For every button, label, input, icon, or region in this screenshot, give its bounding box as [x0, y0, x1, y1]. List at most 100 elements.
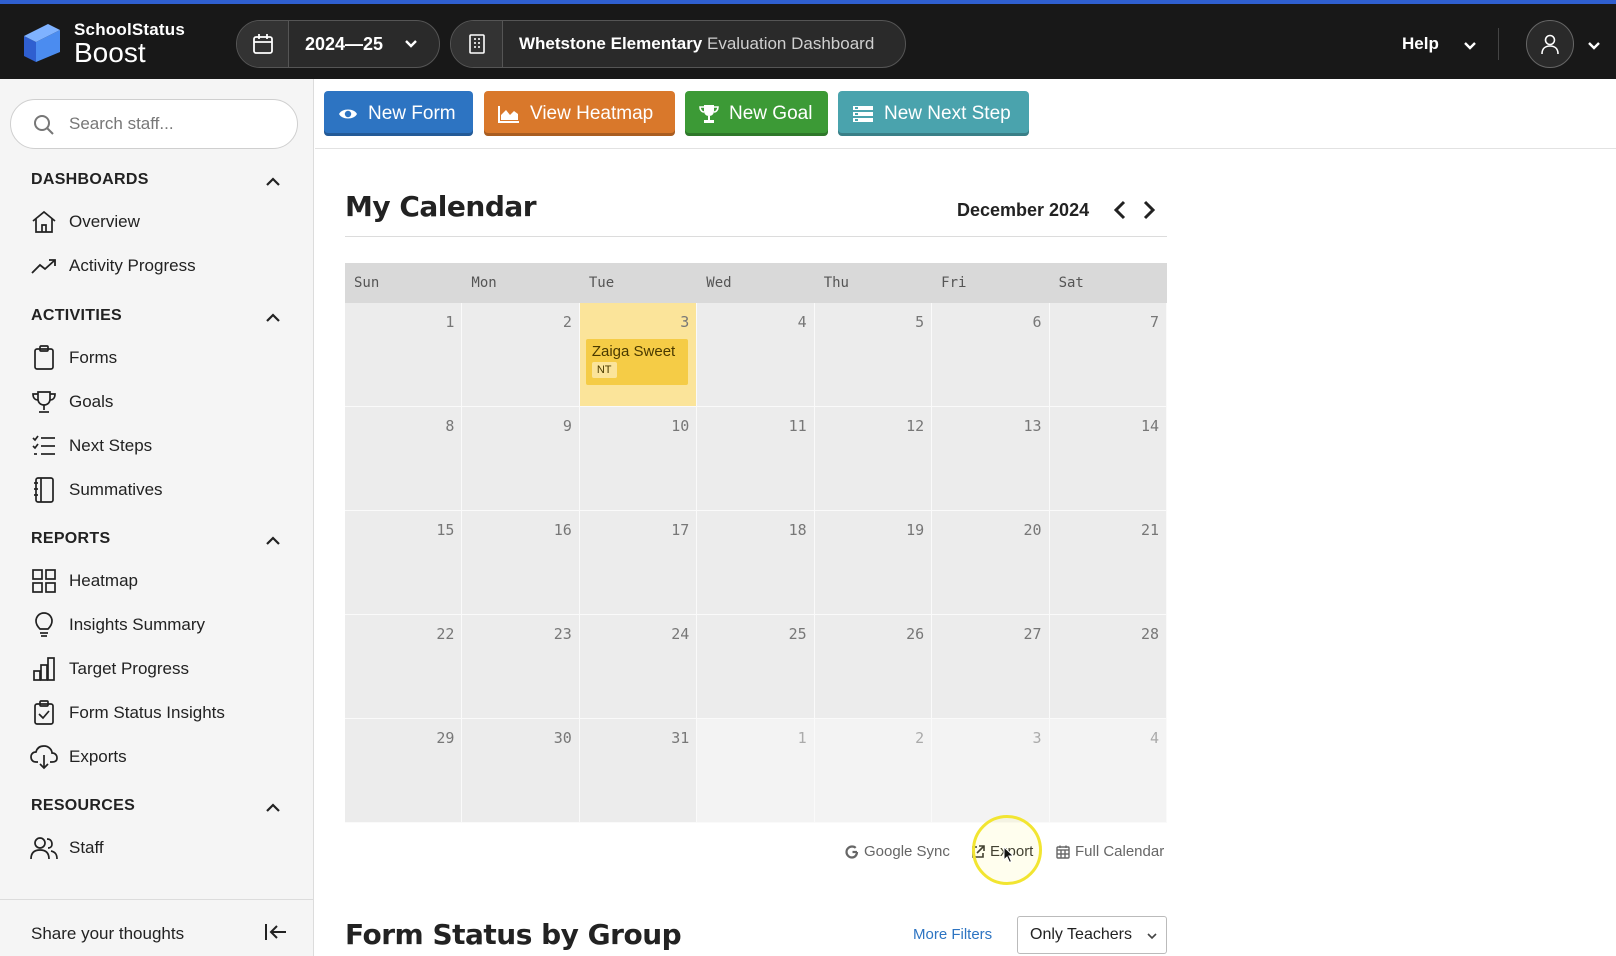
calendar-day-cell[interactable]: 3 Zaiga Sweet NT: [579, 303, 698, 407]
chevron-down-icon[interactable]: [1586, 38, 1602, 54]
calendar-day-cell[interactable]: 6: [932, 303, 1050, 407]
calendar-day-cell[interactable]: 8: [345, 407, 463, 511]
section-dashboards[interactable]: DASHBOARDS: [31, 171, 149, 189]
section-activities[interactable]: ACTIVITIES: [31, 307, 122, 325]
area-chart-icon: [498, 105, 520, 123]
google-sync-label: Google Sync: [864, 843, 950, 860]
new-goal-button[interactable]: New Goal: [685, 91, 828, 136]
sidebar-item-activity-progress[interactable]: Activity Progress: [30, 251, 196, 281]
calendar-title: My Calendar: [345, 190, 537, 223]
calendar-day-cell[interactable]: 7: [1049, 303, 1167, 407]
calendar-day-cell[interactable]: 31: [579, 719, 698, 823]
calendar-day-cell[interactable]: 18: [697, 511, 815, 615]
chevron-left-icon[interactable]: [1112, 200, 1128, 220]
view-heatmap-button[interactable]: View Heatmap: [484, 91, 675, 136]
chevron-right-icon[interactable]: [1141, 200, 1157, 220]
share-feedback-link[interactable]: Share your thoughts: [31, 924, 184, 944]
year-selector[interactable]: 2024—25: [236, 20, 440, 68]
staff-search[interactable]: [10, 99, 298, 149]
calendar-day-cell[interactable]: 20: [932, 511, 1050, 615]
new-next-step-button[interactable]: New Next Step: [838, 91, 1029, 136]
calendar-day-cell[interactable]: 25: [697, 615, 815, 719]
year-value: 2024—25: [305, 33, 384, 54]
day-number: 12: [906, 417, 925, 435]
clipboard-check-icon: [30, 699, 58, 727]
calendar-day-cell[interactable]: 22: [345, 615, 463, 719]
chevron-down-icon[interactable]: [1462, 38, 1478, 54]
grid-icon: [30, 567, 58, 595]
calendar-day-cell[interactable]: 12: [814, 407, 933, 511]
sidebar-item-exports[interactable]: Exports: [30, 742, 127, 772]
calendar-day-cell[interactable]: 14: [1049, 407, 1167, 511]
calendar-day-cell[interactable]: 13: [932, 407, 1050, 511]
brand[interactable]: SchoolStatus Boost: [74, 20, 185, 69]
calendar-day-cell[interactable]: 24: [579, 615, 698, 719]
full-calendar-link[interactable]: Full Calendar: [1056, 843, 1164, 860]
day-number: 25: [788, 625, 807, 643]
calendar-day-cell[interactable]: 30: [462, 719, 580, 823]
new-form-button[interactable]: New Form: [324, 91, 473, 136]
calendar-day-cell[interactable]: 4: [697, 303, 815, 407]
calendar-day-cell[interactable]: 21: [1049, 511, 1167, 615]
trophy-icon: [699, 104, 719, 124]
calendar-day-cell[interactable]: 17: [579, 511, 698, 615]
calendar-day-cell[interactable]: 28: [1049, 615, 1167, 719]
chevron-up-icon[interactable]: [264, 173, 282, 191]
weekday-label: Tue: [588, 275, 615, 291]
calendar-day-cell[interactable]: 2: [462, 303, 580, 407]
calendar-day-cell[interactable]: 15: [345, 511, 463, 615]
collapse-sidebar-icon[interactable]: [264, 922, 288, 942]
sidebar-item-target-progress[interactable]: Target Progress: [30, 654, 189, 684]
school-selector[interactable]: Whetstone Elementary Evaluation Dashboar…: [450, 20, 906, 68]
more-filters-link[interactable]: More Filters: [913, 926, 992, 943]
calendar-day-cell[interactable]: 3: [932, 719, 1050, 823]
home-icon: [30, 208, 58, 236]
help-menu[interactable]: Help: [1402, 34, 1439, 54]
divider: [0, 899, 314, 900]
google-sync-link[interactable]: Google Sync: [845, 843, 950, 860]
sidebar-item-form-status-insights[interactable]: Form Status Insights: [30, 698, 225, 728]
calendar-day-cell[interactable]: 23: [462, 615, 580, 719]
cloud-download-icon: [30, 743, 58, 771]
calendar-day-cell[interactable]: 29: [345, 719, 463, 823]
calendar-day-cell[interactable]: 11: [697, 407, 815, 511]
section-reports[interactable]: REPORTS: [31, 530, 110, 548]
calendar-day-cell[interactable]: 16: [462, 511, 580, 615]
calendar-day-cell[interactable]: 2: [814, 719, 933, 823]
calendar-day-cell[interactable]: 1: [697, 719, 815, 823]
sidebar-item-heatmap[interactable]: Heatmap: [30, 566, 138, 596]
day-number: 27: [1023, 625, 1042, 643]
calendar-day-cell[interactable]: 1: [345, 303, 463, 407]
chevron-up-icon[interactable]: [264, 799, 282, 817]
sidebar-item-overview[interactable]: Overview: [30, 207, 140, 237]
calendar-event[interactable]: Zaiga Sweet NT: [585, 339, 688, 385]
sidebar-item-goals[interactable]: Goals: [30, 387, 113, 417]
section-resources[interactable]: RESOURCES: [31, 797, 135, 815]
chevron-down-icon: [405, 40, 417, 48]
sidebar-item-label: Target Progress: [69, 659, 189, 678]
search-input[interactable]: [69, 110, 279, 138]
day-number: 13: [1023, 417, 1042, 435]
top-navbar: SchoolStatus Boost 2024—25 Whetstone Ele…: [0, 4, 1616, 79]
calendar-day-cell[interactable]: 4: [1049, 719, 1167, 823]
sidebar-item-next-steps[interactable]: Next Steps: [30, 431, 152, 461]
calendar-day-cell[interactable]: 5: [814, 303, 933, 407]
day-number: 5: [915, 313, 925, 331]
clipboard-icon: [30, 344, 58, 372]
calendar-day-cell[interactable]: 19: [814, 511, 933, 615]
calendar-day-cell[interactable]: 9: [462, 407, 580, 511]
sidebar-item-insights-summary[interactable]: Insights Summary: [30, 610, 205, 640]
sidebar-item-staff[interactable]: Staff: [30, 833, 104, 863]
calendar-day-cell[interactable]: 27: [932, 615, 1050, 719]
group-filter-select[interactable]: Only Teachers: [1017, 916, 1167, 954]
user-icon: [1541, 34, 1559, 55]
sidebar-item-forms[interactable]: Forms: [30, 343, 117, 373]
calendar-day-cell[interactable]: 10: [579, 407, 698, 511]
chevron-up-icon[interactable]: [264, 309, 282, 327]
chevron-up-icon[interactable]: [264, 532, 282, 550]
day-number: 14: [1140, 417, 1159, 435]
calendar-day-cell[interactable]: 26: [814, 615, 933, 719]
sidebar-item-summatives[interactable]: Summatives: [30, 475, 163, 505]
user-menu-button[interactable]: [1526, 20, 1574, 68]
sidebar-item-label: Next Steps: [69, 436, 153, 455]
